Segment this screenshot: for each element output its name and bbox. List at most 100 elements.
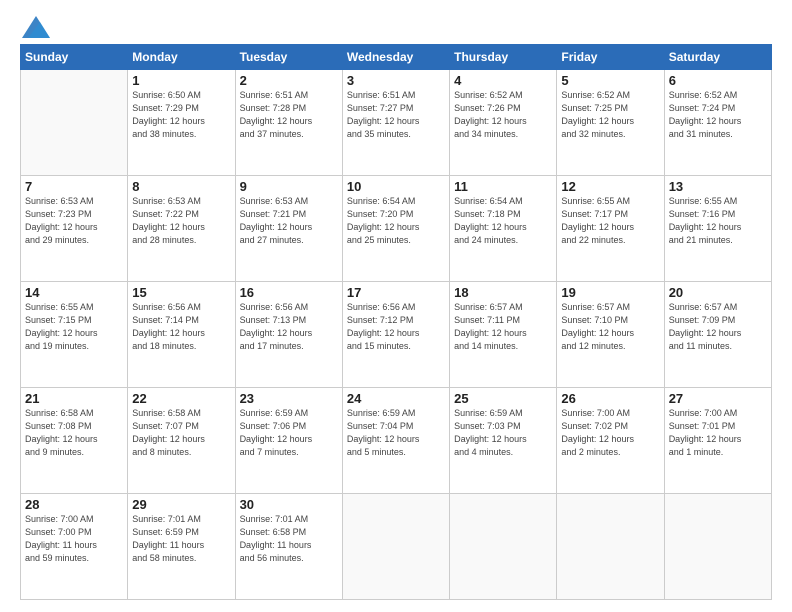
day-info: Sunrise: 6:58 AM Sunset: 7:07 PM Dayligh… <box>132 407 230 459</box>
day-number: 9 <box>240 179 338 194</box>
day-number: 5 <box>561 73 659 88</box>
day-cell: 8Sunrise: 6:53 AM Sunset: 7:22 PM Daylig… <box>128 176 235 282</box>
day-cell: 9Sunrise: 6:53 AM Sunset: 7:21 PM Daylig… <box>235 176 342 282</box>
day-number: 12 <box>561 179 659 194</box>
day-cell: 25Sunrise: 6:59 AM Sunset: 7:03 PM Dayli… <box>450 388 557 494</box>
day-cell <box>21 70 128 176</box>
day-number: 23 <box>240 391 338 406</box>
day-number: 8 <box>132 179 230 194</box>
week-row-2: 7Sunrise: 6:53 AM Sunset: 7:23 PM Daylig… <box>21 176 772 282</box>
day-info: Sunrise: 6:53 AM Sunset: 7:22 PM Dayligh… <box>132 195 230 247</box>
day-number: 15 <box>132 285 230 300</box>
day-number: 3 <box>347 73 445 88</box>
day-info: Sunrise: 6:58 AM Sunset: 7:08 PM Dayligh… <box>25 407 123 459</box>
day-info: Sunrise: 6:55 AM Sunset: 7:17 PM Dayligh… <box>561 195 659 247</box>
day-cell: 1Sunrise: 6:50 AM Sunset: 7:29 PM Daylig… <box>128 70 235 176</box>
day-number: 2 <box>240 73 338 88</box>
day-cell <box>664 494 771 600</box>
day-number: 25 <box>454 391 552 406</box>
day-info: Sunrise: 6:55 AM Sunset: 7:16 PM Dayligh… <box>669 195 767 247</box>
weekday-thursday: Thursday <box>450 45 557 70</box>
day-cell: 21Sunrise: 6:58 AM Sunset: 7:08 PM Dayli… <box>21 388 128 494</box>
day-cell: 2Sunrise: 6:51 AM Sunset: 7:28 PM Daylig… <box>235 70 342 176</box>
day-cell <box>557 494 664 600</box>
day-info: Sunrise: 6:57 AM Sunset: 7:09 PM Dayligh… <box>669 301 767 353</box>
day-number: 6 <box>669 73 767 88</box>
day-cell: 29Sunrise: 7:01 AM Sunset: 6:59 PM Dayli… <box>128 494 235 600</box>
day-number: 13 <box>669 179 767 194</box>
week-row-5: 28Sunrise: 7:00 AM Sunset: 7:00 PM Dayli… <box>21 494 772 600</box>
day-cell: 20Sunrise: 6:57 AM Sunset: 7:09 PM Dayli… <box>664 282 771 388</box>
calendar-page: SundayMondayTuesdayWednesdayThursdayFrid… <box>0 0 792 612</box>
day-info: Sunrise: 6:51 AM Sunset: 7:28 PM Dayligh… <box>240 89 338 141</box>
header <box>20 18 772 36</box>
day-info: Sunrise: 6:54 AM Sunset: 7:18 PM Dayligh… <box>454 195 552 247</box>
day-number: 4 <box>454 73 552 88</box>
calendar-body: 1Sunrise: 6:50 AM Sunset: 7:29 PM Daylig… <box>21 70 772 600</box>
day-cell <box>342 494 449 600</box>
day-info: Sunrise: 6:55 AM Sunset: 7:15 PM Dayligh… <box>25 301 123 353</box>
day-info: Sunrise: 7:00 AM Sunset: 7:02 PM Dayligh… <box>561 407 659 459</box>
day-number: 20 <box>669 285 767 300</box>
day-info: Sunrise: 6:51 AM Sunset: 7:27 PM Dayligh… <box>347 89 445 141</box>
day-info: Sunrise: 6:53 AM Sunset: 7:21 PM Dayligh… <box>240 195 338 247</box>
day-cell: 23Sunrise: 6:59 AM Sunset: 7:06 PM Dayli… <box>235 388 342 494</box>
day-cell: 18Sunrise: 6:57 AM Sunset: 7:11 PM Dayli… <box>450 282 557 388</box>
day-number: 21 <box>25 391 123 406</box>
day-number: 19 <box>561 285 659 300</box>
day-cell: 14Sunrise: 6:55 AM Sunset: 7:15 PM Dayli… <box>21 282 128 388</box>
day-info: Sunrise: 6:59 AM Sunset: 7:06 PM Dayligh… <box>240 407 338 459</box>
week-row-1: 1Sunrise: 6:50 AM Sunset: 7:29 PM Daylig… <box>21 70 772 176</box>
day-cell: 5Sunrise: 6:52 AM Sunset: 7:25 PM Daylig… <box>557 70 664 176</box>
day-cell: 13Sunrise: 6:55 AM Sunset: 7:16 PM Dayli… <box>664 176 771 282</box>
day-number: 18 <box>454 285 552 300</box>
day-number: 30 <box>240 497 338 512</box>
day-cell: 24Sunrise: 6:59 AM Sunset: 7:04 PM Dayli… <box>342 388 449 494</box>
day-number: 24 <box>347 391 445 406</box>
day-info: Sunrise: 6:56 AM Sunset: 7:12 PM Dayligh… <box>347 301 445 353</box>
day-info: Sunrise: 6:53 AM Sunset: 7:23 PM Dayligh… <box>25 195 123 247</box>
day-cell: 12Sunrise: 6:55 AM Sunset: 7:17 PM Dayli… <box>557 176 664 282</box>
day-info: Sunrise: 7:00 AM Sunset: 7:01 PM Dayligh… <box>669 407 767 459</box>
day-cell: 7Sunrise: 6:53 AM Sunset: 7:23 PM Daylig… <box>21 176 128 282</box>
day-number: 29 <box>132 497 230 512</box>
day-cell: 4Sunrise: 6:52 AM Sunset: 7:26 PM Daylig… <box>450 70 557 176</box>
day-number: 14 <box>25 285 123 300</box>
day-info: Sunrise: 7:01 AM Sunset: 6:58 PM Dayligh… <box>240 513 338 565</box>
day-cell <box>450 494 557 600</box>
day-number: 26 <box>561 391 659 406</box>
day-cell: 30Sunrise: 7:01 AM Sunset: 6:58 PM Dayli… <box>235 494 342 600</box>
day-cell: 28Sunrise: 7:00 AM Sunset: 7:00 PM Dayli… <box>21 494 128 600</box>
day-cell: 19Sunrise: 6:57 AM Sunset: 7:10 PM Dayli… <box>557 282 664 388</box>
day-info: Sunrise: 7:01 AM Sunset: 6:59 PM Dayligh… <box>132 513 230 565</box>
day-cell: 15Sunrise: 6:56 AM Sunset: 7:14 PM Dayli… <box>128 282 235 388</box>
day-number: 28 <box>25 497 123 512</box>
day-cell: 6Sunrise: 6:52 AM Sunset: 7:24 PM Daylig… <box>664 70 771 176</box>
day-info: Sunrise: 6:57 AM Sunset: 7:10 PM Dayligh… <box>561 301 659 353</box>
day-info: Sunrise: 6:56 AM Sunset: 7:13 PM Dayligh… <box>240 301 338 353</box>
logo <box>20 18 50 36</box>
calendar-table: SundayMondayTuesdayWednesdayThursdayFrid… <box>20 44 772 600</box>
day-info: Sunrise: 6:52 AM Sunset: 7:24 PM Dayligh… <box>669 89 767 141</box>
day-cell: 11Sunrise: 6:54 AM Sunset: 7:18 PM Dayli… <box>450 176 557 282</box>
logo-icon <box>22 16 50 38</box>
weekday-tuesday: Tuesday <box>235 45 342 70</box>
day-cell: 26Sunrise: 7:00 AM Sunset: 7:02 PM Dayli… <box>557 388 664 494</box>
day-cell: 16Sunrise: 6:56 AM Sunset: 7:13 PM Dayli… <box>235 282 342 388</box>
day-info: Sunrise: 6:54 AM Sunset: 7:20 PM Dayligh… <box>347 195 445 247</box>
day-number: 7 <box>25 179 123 194</box>
day-number: 17 <box>347 285 445 300</box>
day-info: Sunrise: 6:50 AM Sunset: 7:29 PM Dayligh… <box>132 89 230 141</box>
weekday-friday: Friday <box>557 45 664 70</box>
day-cell: 27Sunrise: 7:00 AM Sunset: 7:01 PM Dayli… <box>664 388 771 494</box>
day-info: Sunrise: 6:57 AM Sunset: 7:11 PM Dayligh… <box>454 301 552 353</box>
weekday-saturday: Saturday <box>664 45 771 70</box>
day-number: 10 <box>347 179 445 194</box>
day-cell: 17Sunrise: 6:56 AM Sunset: 7:12 PM Dayli… <box>342 282 449 388</box>
day-cell: 3Sunrise: 6:51 AM Sunset: 7:27 PM Daylig… <box>342 70 449 176</box>
week-row-3: 14Sunrise: 6:55 AM Sunset: 7:15 PM Dayli… <box>21 282 772 388</box>
weekday-monday: Monday <box>128 45 235 70</box>
day-info: Sunrise: 6:56 AM Sunset: 7:14 PM Dayligh… <box>132 301 230 353</box>
day-info: Sunrise: 6:52 AM Sunset: 7:25 PM Dayligh… <box>561 89 659 141</box>
day-info: Sunrise: 6:59 AM Sunset: 7:03 PM Dayligh… <box>454 407 552 459</box>
